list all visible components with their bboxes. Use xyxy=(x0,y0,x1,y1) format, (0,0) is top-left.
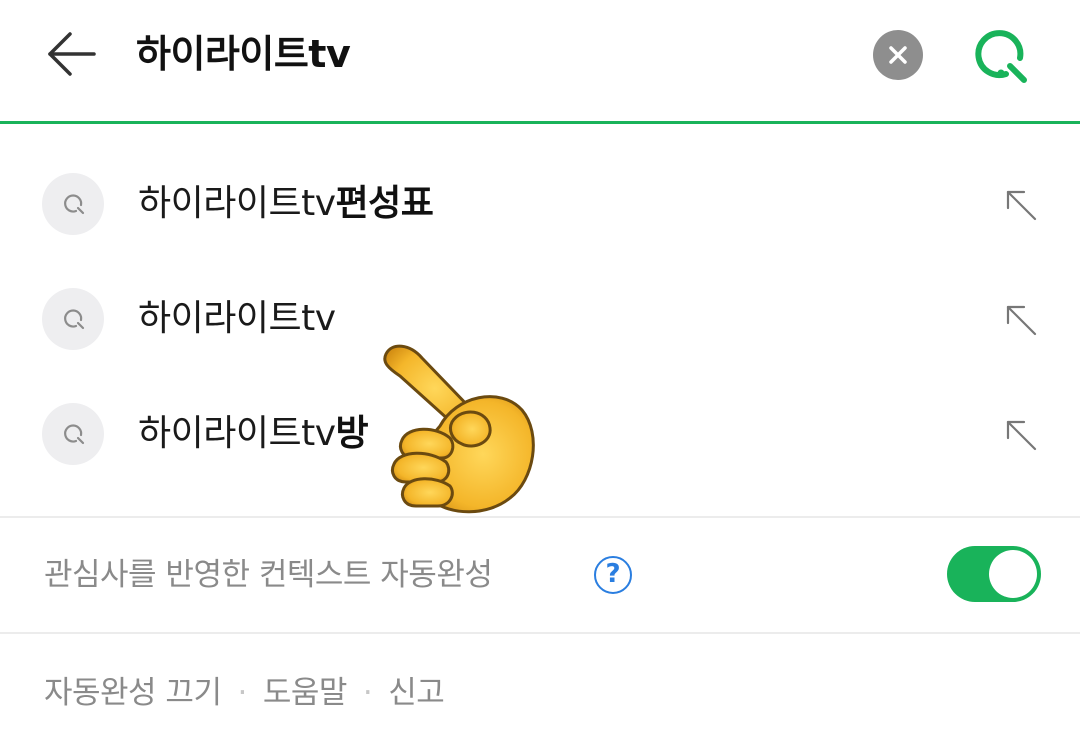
suggestion-prefix: 하이라이트tv xyxy=(138,298,336,339)
arrow-left-icon xyxy=(48,32,96,76)
footer-links: 자동완성 끄기 · 도움말 · 신고 xyxy=(44,668,445,718)
fill-query-button[interactable] xyxy=(1004,188,1038,222)
suggestion-item[interactable]: 하이라이트tv xyxy=(0,263,1080,375)
fill-query-button[interactable] xyxy=(1004,418,1038,452)
search-button[interactable] xyxy=(966,24,1032,86)
separator: · xyxy=(362,675,373,711)
suggestion-suffix: 방 xyxy=(335,413,369,454)
search-small-icon xyxy=(42,173,104,235)
divider xyxy=(0,516,1080,518)
context-autocomplete-toggle[interactable] xyxy=(947,546,1041,602)
arrow-up-left-icon xyxy=(1006,305,1037,336)
suggestion-item[interactable]: 하이라이트tv편성표 xyxy=(0,148,1080,260)
suggestion-label: 하이라이트tv편성표 xyxy=(138,176,434,232)
suggestion-prefix: 하이라이트tv xyxy=(138,183,336,224)
suggestion-suffix: 편성표 xyxy=(335,183,434,224)
report-link[interactable]: 신고 xyxy=(388,668,445,718)
suggestion-item[interactable]: 하이라이트tv방 xyxy=(0,378,1080,490)
toggle-knob xyxy=(989,550,1037,598)
clear-x-icon xyxy=(889,46,907,64)
search-header: 하이라이트tv xyxy=(0,0,1080,124)
search-small-icon xyxy=(42,288,104,350)
separator: · xyxy=(237,675,247,711)
autocomplete-off-link[interactable]: 자동완성 끄기 xyxy=(44,668,222,718)
arrow-up-left-icon xyxy=(1006,420,1037,451)
pointing-hand-emoji xyxy=(383,344,535,514)
search-icon xyxy=(975,30,1027,83)
clear-button[interactable] xyxy=(873,30,923,80)
suggestion-prefix: 하이라이트tv xyxy=(138,413,336,454)
arrow-up-left-icon xyxy=(1006,190,1037,221)
search-small-icon xyxy=(42,403,104,465)
suggestion-label: 하이라이트tv방 xyxy=(138,406,369,462)
divider xyxy=(0,632,1080,634)
search-input[interactable]: 하이라이트tv xyxy=(136,28,351,80)
help-icon[interactable]: ? xyxy=(594,556,632,594)
help-link[interactable]: 도움말 xyxy=(263,668,348,718)
context-autocomplete-label: 관심사를 반영한 컨텍스트 자동완성 xyxy=(44,557,493,593)
fill-query-button[interactable] xyxy=(1004,303,1038,337)
back-button[interactable] xyxy=(44,28,100,80)
suggestion-label: 하이라이트tv xyxy=(138,291,336,347)
